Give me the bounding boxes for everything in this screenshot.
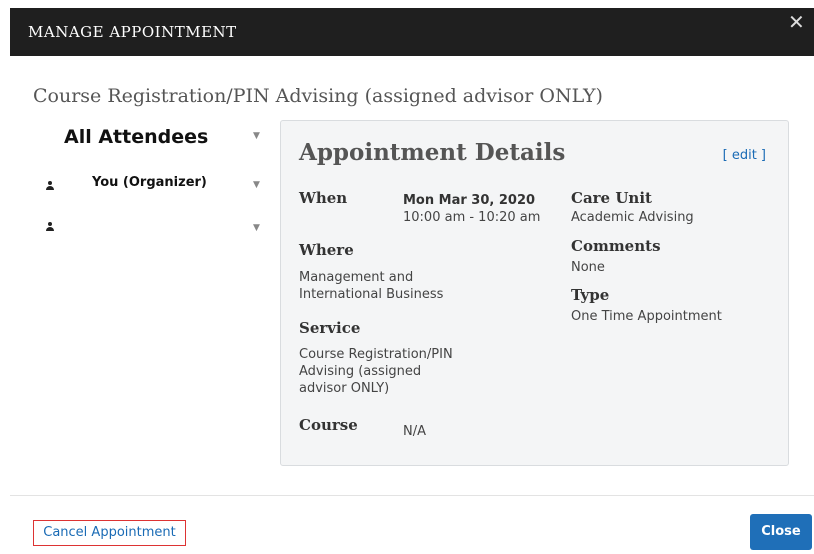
- course-label: Course: [299, 416, 358, 434]
- comments-value: None: [571, 260, 605, 275]
- care-unit-value: Academic Advising: [571, 210, 694, 225]
- when-time: 10:00 am - 10:20 am: [403, 210, 541, 225]
- where-label: Where: [299, 241, 354, 259]
- attendee-organizer-dropdown-icon[interactable]: ▼: [253, 180, 260, 190]
- when-date: Mon Mar 30, 2020: [403, 193, 536, 208]
- service-value: Course Registration/PIN Advising (assign…: [299, 347, 453, 396]
- modal-title: MANAGE APPOINTMENT: [28, 23, 237, 41]
- where-value: Management and International Business: [299, 270, 444, 302]
- appointment-details-title: Appointment Details: [299, 139, 566, 166]
- type-label: Type: [571, 286, 610, 304]
- close-button[interactable]: Close: [750, 514, 812, 550]
- close-icon[interactable]: ✕: [788, 10, 805, 34]
- type-value: One Time Appointment: [571, 309, 722, 324]
- course-value: N/A: [403, 424, 426, 439]
- person-icon: [46, 222, 54, 232]
- attendee-organizer-label: You (Organizer): [92, 175, 207, 190]
- person-icon: [46, 181, 54, 191]
- cancel-appointment-link[interactable]: Cancel Appointment: [33, 520, 186, 546]
- all-attendees-dropdown-icon[interactable]: ▼: [253, 131, 260, 141]
- comments-label: Comments: [571, 237, 661, 255]
- modal-header: MANAGE APPOINTMENT: [10, 8, 814, 56]
- all-attendees-heading: All Attendees: [64, 126, 209, 148]
- appointment-details-card: Appointment Details [ edit ] When Mon Ma…: [280, 120, 789, 466]
- edit-link[interactable]: [ edit ]: [723, 148, 766, 163]
- care-unit-label: Care Unit: [571, 189, 652, 207]
- attendee-second-dropdown-icon[interactable]: ▼: [253, 223, 260, 233]
- service-label: Service: [299, 319, 361, 337]
- when-label: When: [299, 189, 348, 207]
- footer-divider: [10, 495, 814, 496]
- appointment-subtitle: Course Registration/PIN Advising (assign…: [33, 85, 603, 107]
